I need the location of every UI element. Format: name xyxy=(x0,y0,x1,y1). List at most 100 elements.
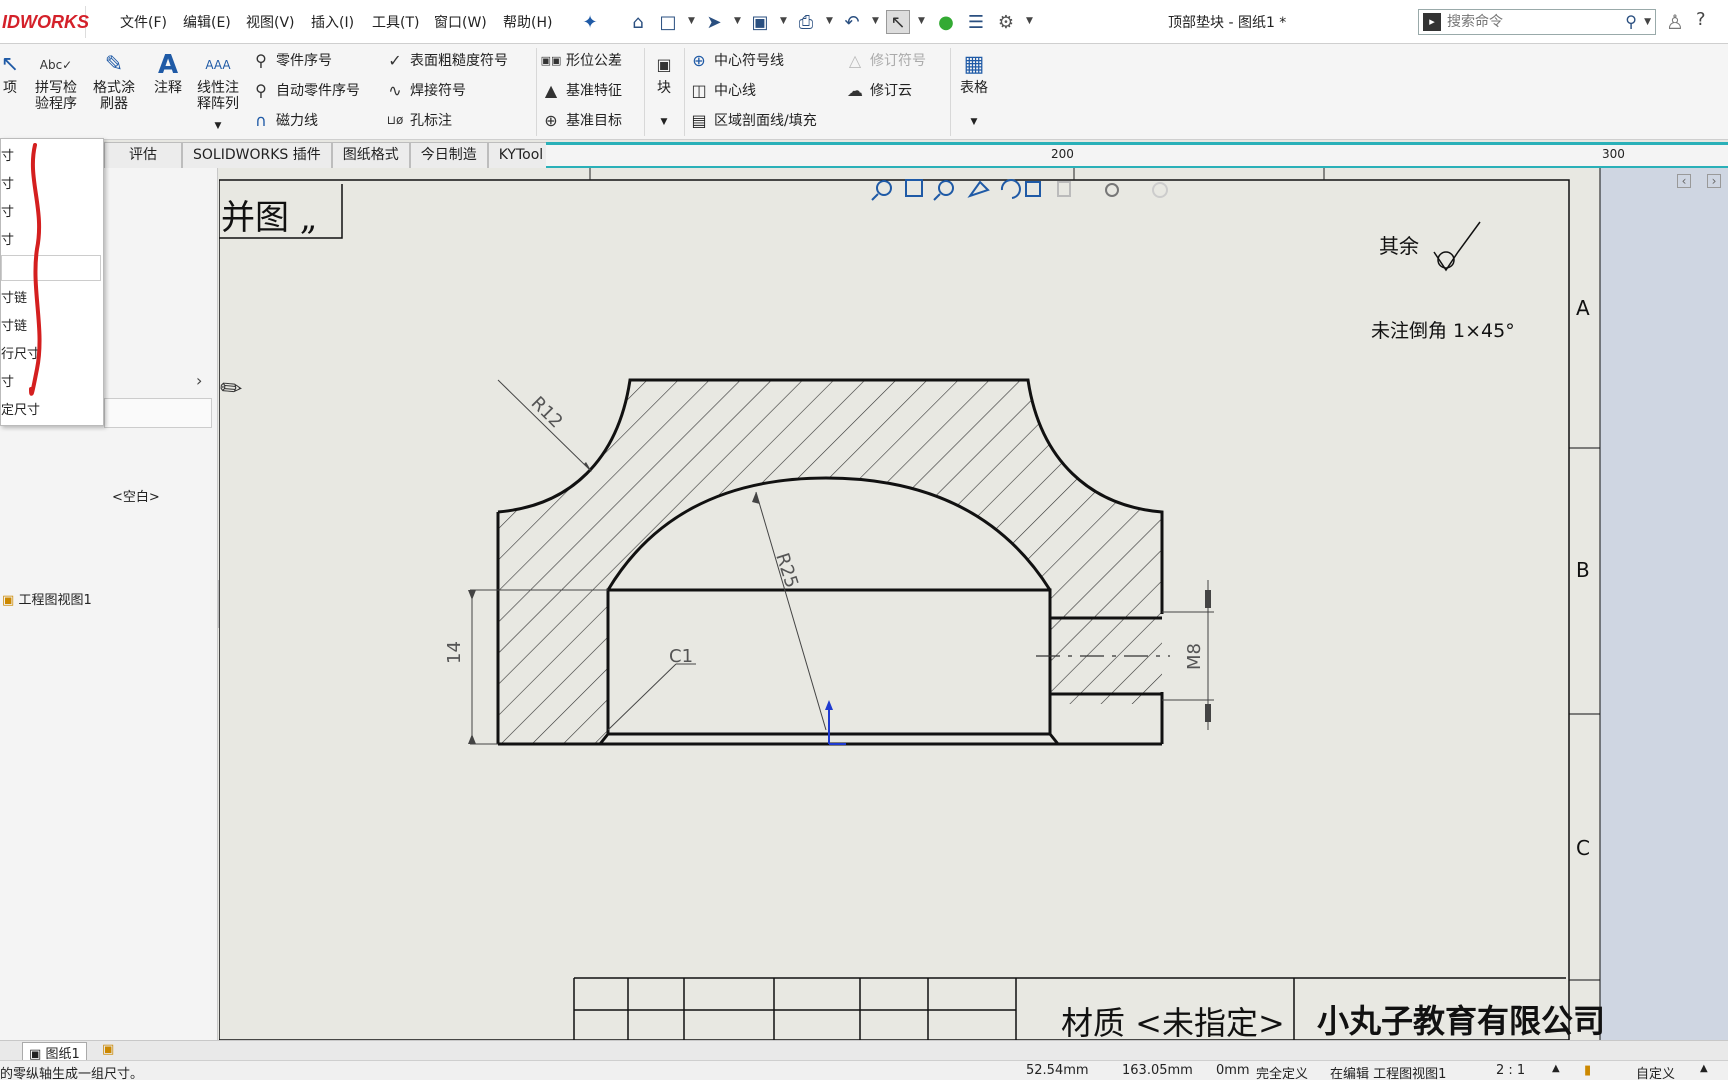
status-editing: 在编辑 工程图视图1 xyxy=(1330,1067,1447,1080)
geometric-tolerance-button[interactable]: ▣▣ 形位公差 xyxy=(540,50,622,70)
revision-cloud-icon: ☁ xyxy=(847,80,863,100)
search-box[interactable]: ▸ ⚲ ▼ xyxy=(1418,9,1656,35)
title-bar: IDWORKS 文件(F) 编辑(E) 视图(V) 插入(I) 工具(T) 窗口… xyxy=(0,0,1728,44)
tab-solidworks-addins[interactable]: SOLIDWORKS 插件 xyxy=(182,142,332,168)
status-custom-units[interactable]: 自定义 xyxy=(1636,1063,1675,1080)
open-dropdown-icon[interactable]: ▼ xyxy=(734,16,741,26)
dimension-dropdown-menu: 寸 寸 寸 寸 寸链 寸链 行尺寸 寸 定尺寸 xyxy=(0,138,104,426)
save-icon[interactable]: ▣ xyxy=(748,10,772,34)
pin-icon[interactable]: ✦ xyxy=(578,10,602,34)
home-icon[interactable]: ⌂ xyxy=(626,10,650,34)
file-properties-icon[interactable]: ☰ xyxy=(964,10,988,34)
center-mark-button[interactable]: ⊕ 中心符号线 xyxy=(688,50,784,70)
units-up-icon[interactable]: ▲ xyxy=(1700,1063,1708,1074)
status-bar: 的零纵轴生成一组尺寸。 52.54mm 163.05mm 0mm 完全定义 在编… xyxy=(0,1060,1728,1080)
menu-insert[interactable]: 插入(I) xyxy=(311,12,354,32)
scale-up-icon[interactable]: ▲ xyxy=(1552,1063,1560,1074)
print-icon[interactable]: ⎙ xyxy=(794,10,818,34)
auto-balloon-button[interactable]: ⚲ 自动零件序号 xyxy=(250,80,360,100)
menu-edit[interactable]: 编辑(E) xyxy=(183,12,231,32)
menu-help[interactable]: 帮助(H) xyxy=(503,12,552,32)
search-input[interactable] xyxy=(1447,12,1617,32)
search-icon[interactable]: ⚲ xyxy=(1625,12,1637,31)
block-button[interactable]: ▣ 块 ▼ xyxy=(650,52,678,130)
area-hatch-button[interactable]: ▤ 区域剖面线/填充 xyxy=(688,110,816,130)
zone-label-a: A xyxy=(1576,296,1590,320)
dimension-c1[interactable]: C1 xyxy=(669,646,693,667)
centerline-button[interactable]: ◫ 中心线 xyxy=(688,80,756,100)
dimension-m8[interactable]: M8 xyxy=(1184,643,1205,670)
undo-dropdown-icon[interactable]: ▼ xyxy=(872,16,879,26)
note-button[interactable]: A 注释 xyxy=(148,52,188,96)
note-a-icon: A xyxy=(157,50,179,80)
rebuild-icon[interactable]: ▮ xyxy=(1584,1063,1591,1078)
block-icon: ▣ xyxy=(656,55,672,74)
section-hatch xyxy=(498,380,1162,744)
tree-item-drawing-view[interactable]: ▣ 工程图视图1 xyxy=(2,589,92,608)
pattern-dropdown-icon[interactable]: ▼ xyxy=(192,118,244,134)
user-icon[interactable]: ♙ xyxy=(1666,10,1684,34)
undo-icon[interactable]: ↶ xyxy=(840,10,864,34)
menu-view[interactable]: 视图(V) xyxy=(246,12,295,32)
select-cursor-icon[interactable]: ↖ xyxy=(886,10,910,34)
options-dropdown-icon[interactable]: ▼ xyxy=(1026,16,1033,26)
surface-finish-button[interactable]: ✓ 表面粗糙度符号 xyxy=(384,50,508,70)
panel-field[interactable] xyxy=(104,398,212,428)
surface-finish-icon: ✓ xyxy=(388,50,402,70)
block-dropdown-icon[interactable]: ▼ xyxy=(650,114,678,130)
brush-icon: ✎ xyxy=(104,52,124,77)
table-dropdown-icon[interactable]: ▼ xyxy=(954,114,994,130)
drawing-canvas[interactable]: 并图 „ 其余 未注倒角 1×45° R12 R25 C1 14 M8 A B … xyxy=(219,168,1728,1040)
traffic-light-icon[interactable]: ● xyxy=(934,10,958,34)
gear-icon[interactable]: ⚙ xyxy=(994,10,1018,34)
command-tabs: 评估 SOLIDWORKS 插件 图纸格式 今日制造 KYTool xyxy=(104,142,555,168)
datum-feature-button[interactable]: ▲ 基准特征 xyxy=(540,80,622,100)
datum-feature-icon: ▲ xyxy=(544,80,558,100)
new-document-icon[interactable]: □ xyxy=(656,10,680,34)
format-painter-button[interactable]: ✎ 格式涂 刷器 xyxy=(88,52,140,112)
tab-kytool[interactable]: KYTool xyxy=(487,142,555,168)
weld-symbol-button[interactable]: ∿ 焊接符号 xyxy=(384,80,466,100)
search-dropdown-icon[interactable]: ▼ xyxy=(1644,17,1651,27)
print-dropdown-icon[interactable]: ▼ xyxy=(826,16,833,26)
tab-evaluate[interactable]: 评估 xyxy=(104,142,182,168)
empty-value: <空白> xyxy=(112,490,160,505)
cut-item-button[interactable]: ↖ 项 xyxy=(0,52,20,96)
datum-target-button[interactable]: ⊕ 基准目标 xyxy=(540,110,622,130)
save-dropdown-icon[interactable]: ▼ xyxy=(780,16,787,26)
open-folder-icon[interactable]: ➤ xyxy=(702,10,726,34)
tab-manufacture-today[interactable]: 今日制造 xyxy=(409,142,488,168)
red-annotation-stroke xyxy=(29,143,42,396)
select-dropdown-icon[interactable]: ▼ xyxy=(918,16,925,26)
revision-symbol-button[interactable]: △ 修订符号 xyxy=(844,50,926,70)
linear-note-pattern-button[interactable]: AAA 线性注 释阵列 ▼ xyxy=(192,52,244,134)
status-x-coordinate: 52.54mm xyxy=(1026,1063,1089,1078)
ribbon-separator xyxy=(684,48,685,136)
status-scale[interactable]: 2 : 1 xyxy=(1496,1063,1525,1078)
arrow-icon: ↖ xyxy=(0,52,20,77)
chevron-right-icon[interactable]: › xyxy=(196,371,202,390)
spell-check-button[interactable]: Abc✓ 拼写检 验程序 xyxy=(30,52,82,112)
panel-expand-right-icon[interactable]: › xyxy=(1707,174,1721,188)
hole-callout-button[interactable]: ⊔ø 孔标注 xyxy=(384,110,452,130)
balloon-button[interactable]: ⚲ 零件序号 xyxy=(250,50,332,70)
menu-file[interactable]: 文件(F) xyxy=(120,12,167,32)
tab-sheet-format[interactable]: 图纸格式 xyxy=(331,142,410,168)
magnetic-line-button[interactable]: ∩ 磁力线 xyxy=(250,110,318,130)
revision-cloud-button[interactable]: ☁ 修订云 xyxy=(844,80,912,100)
help-icon[interactable]: ? xyxy=(1696,9,1706,30)
status-z-coordinate: 0mm xyxy=(1216,1063,1250,1078)
zone-label-b: B xyxy=(1576,558,1590,582)
company-name: 小丸子教育有限公司 xyxy=(1317,1002,1606,1040)
add-sheet-icon[interactable]: ▣ xyxy=(102,1042,114,1057)
table-button[interactable]: ▦ 表格 ▼ xyxy=(954,52,994,130)
menu-tools[interactable]: 工具(T) xyxy=(372,12,419,32)
material-field: 材质 <未指定> xyxy=(1061,1004,1285,1040)
new-dropdown-icon[interactable]: ▼ xyxy=(688,16,695,26)
dimension-14[interactable]: 14 xyxy=(444,641,465,664)
menu-window[interactable]: 窗口(W) xyxy=(434,12,487,32)
ribbon-separator xyxy=(644,48,645,136)
sheet-border xyxy=(219,179,1570,1040)
hatch-icon: ▤ xyxy=(691,110,707,130)
panel-collapse-left-icon[interactable]: ‹ xyxy=(1677,174,1691,188)
